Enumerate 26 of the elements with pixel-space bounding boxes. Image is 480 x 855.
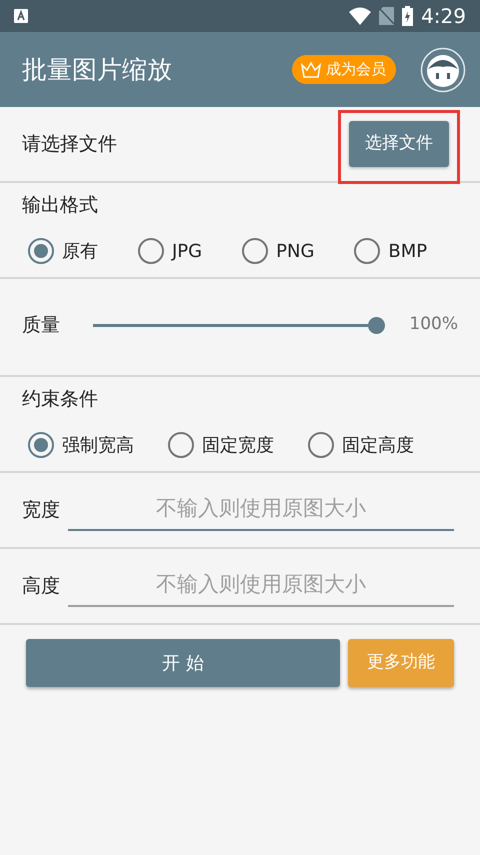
radio-option[interactable]: 强制宽高 [28,432,134,458]
input-field[interactable]: 不输入则使用原图大小 [68,565,454,607]
radio-option[interactable]: 固定宽度 [168,432,274,458]
radio-option[interactable]: PNG [242,238,314,264]
quality-label: 质量 [22,312,60,338]
input-field[interactable]: 不输入则使用原图大小 [68,489,454,531]
field-label: 宽度 [22,498,60,523]
radio-option[interactable]: JPG [138,238,202,264]
battery-charging-icon [402,6,414,26]
crown-icon [300,60,322,78]
app-title: 批量图片缩放 [22,54,173,86]
radio-option[interactable]: 原有 [28,238,98,264]
keyboard-icon [14,9,28,23]
start-button[interactable]: 开 始 [26,639,340,687]
choose-file-button[interactable]: 选择文件 [349,121,449,167]
avatar-icon[interactable] [420,46,466,92]
file-label: 请选择文件 [22,132,117,157]
radio-option[interactable]: BMP [354,238,428,264]
wifi-icon [349,7,372,25]
section-title: 输出格式 [22,193,99,218]
no-sim-icon [379,7,394,25]
radio-option[interactable]: 固定高度 [308,432,414,458]
section-title: 约束条件 [22,387,99,412]
status-time: 4:29 [421,3,466,30]
field-label: 高度 [22,574,60,599]
quality-reading: 100% [409,313,458,336]
